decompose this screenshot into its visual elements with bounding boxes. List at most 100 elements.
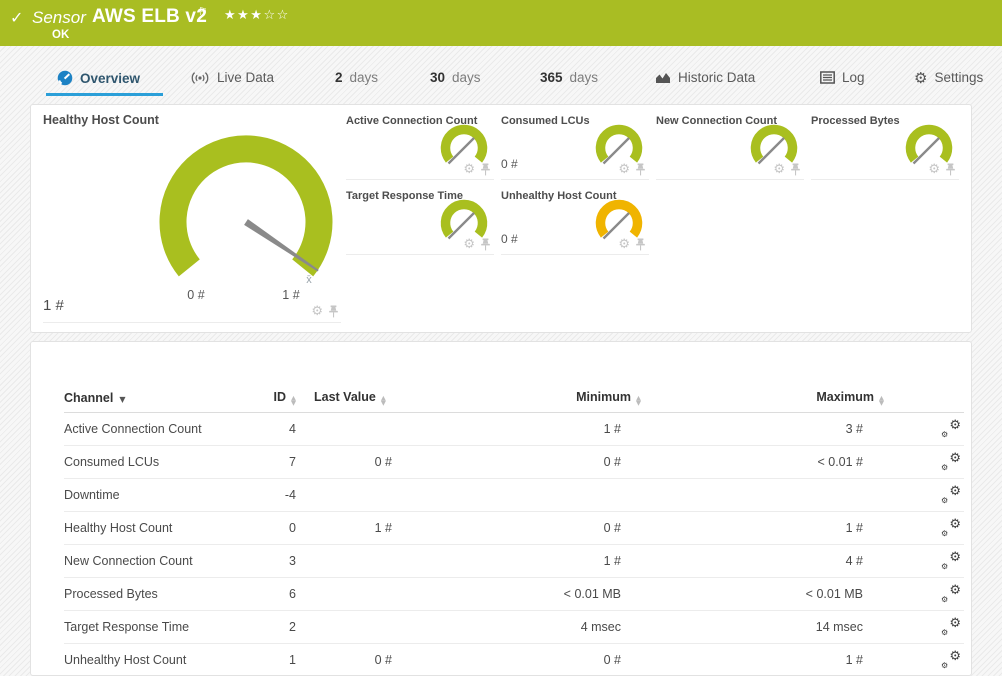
channel-id: 0 [289, 521, 296, 535]
gauge-current-value: 0 # [501, 232, 518, 246]
tab-unit: days [349, 70, 379, 85]
table-header-row: Channel ▼ ID ▲ ▼ Last Value ▲ ▼ Minimum ▲ ▼ Max… [64, 383, 964, 413]
gauge-cell-unhealthy-host-count[interactable]: Unhealthy Host Count 0 # ⚙ [501, 184, 649, 255]
gauge-current-value: 0 # [501, 157, 518, 171]
pin-icon[interactable] [480, 238, 491, 251]
edit-channel-gears-icon[interactable]: ⚙ ⚙ [941, 550, 961, 571]
gauge-scale-min: 0 # [187, 288, 205, 302]
pin-icon[interactable] [328, 305, 339, 318]
table-row[interactable]: Unhealthy Host Count 1 0 # 0 # 1 # ⚙ ⚙ [64, 644, 964, 676]
sensor-title: AWS ELB v2 [92, 6, 207, 27]
edit-channel-gears-icon[interactable]: ⚙ ⚙ [941, 517, 961, 538]
channel-id: -4 [284, 488, 296, 502]
edit-channel-gears-icon[interactable]: ⚙ ⚙ [941, 418, 961, 439]
tab-label: Settings [934, 70, 984, 85]
average-marker: x̄ [306, 274, 312, 286]
edit-channel-gears-icon[interactable]: ⚙ ⚙ [941, 583, 961, 604]
active-tab-underline [46, 93, 163, 96]
table-row[interactable]: Downtime -4 ⚙ ⚙ [64, 479, 964, 512]
channel-settings-gear-icon[interactable]: ⚙ [618, 163, 630, 176]
tab-unit: days [452, 70, 481, 85]
pin-icon[interactable] [635, 163, 646, 176]
channel-settings-gear-icon[interactable]: ⚙ [618, 238, 630, 251]
channel-settings-gear-icon[interactable]: ⚙ [773, 163, 785, 176]
tab-30-days[interactable]: 30 days [430, 70, 481, 85]
gauge-cell-healthy-host-count[interactable]: Healthy Host Count x̄ 0 # 1 # 1 # ⚙ [43, 105, 341, 323]
column-header-last-value[interactable]: Last Value ▲ ▼ [298, 390, 392, 405]
channel-name[interactable]: Processed Bytes [64, 587, 244, 601]
gear-icon: ⚙ [914, 68, 928, 87]
column-header-maximum[interactable]: Maximum ▲ ▼ [641, 390, 884, 405]
table-row[interactable]: Processed Bytes 6 < 0.01 MB < 0.01 MB ⚙ ⚙ [64, 578, 964, 611]
channel-name[interactable]: Unhealthy Host Count [64, 653, 244, 667]
gauges-panel: Healthy Host Count x̄ 0 # 1 # 1 # ⚙ Acti… [30, 104, 972, 333]
gauge-cell-processed-bytes[interactable]: Processed Bytes ⚙ [811, 109, 959, 180]
gauge-cell-target-response-time[interactable]: Target Response Time ⚙ [346, 184, 494, 255]
sort-both-icon: ▲ ▼ [879, 394, 884, 407]
status-ok-check-icon: ✓ [10, 8, 24, 27]
gauge-scale-max: 1 # [282, 288, 300, 302]
tab-2-days[interactable]: 2 days [335, 70, 378, 85]
channel-name[interactable]: Consumed LCUs [64, 455, 244, 469]
channel-maximum: < 0.01 # [817, 455, 863, 469]
pin-icon[interactable] [945, 163, 956, 176]
tab-log[interactable]: Log [820, 70, 865, 85]
channel-name[interactable]: Active Connection Count [64, 422, 244, 436]
channel-name[interactable]: New Connection Count [64, 554, 244, 568]
channel-name[interactable]: Target Response Time [64, 620, 244, 634]
channel-id: 7 [289, 455, 296, 469]
column-header-channel[interactable]: Channel ▼ [64, 391, 244, 405]
sort-desc-icon: ▼ [119, 394, 126, 404]
channel-settings-gear-icon[interactable]: ⚙ [928, 163, 940, 176]
broadcast-icon [191, 71, 209, 84]
sensor-status-bar: ✓ Sensor AWS ELB v2 ⚐ ★★★☆☆ OK [0, 0, 1002, 46]
channel-settings-gear-icon[interactable]: ⚙ [463, 238, 475, 251]
tab-settings[interactable]: ⚙ Settings [914, 70, 983, 85]
channel-minimum: 4 msec [580, 620, 621, 634]
channel-name[interactable]: Healthy Host Count [64, 521, 244, 535]
table-row[interactable]: New Connection Count 3 1 # 4 # ⚙ ⚙ [64, 545, 964, 578]
priority-flag-icon[interactable]: ⚐ [198, 5, 208, 18]
tab-label: Overview [80, 70, 141, 86]
pin-icon[interactable] [790, 163, 801, 176]
gauge-title: Healthy Host Count [43, 113, 159, 127]
log-list-icon [820, 71, 835, 84]
tab-live-data[interactable]: Live Data [190, 70, 274, 85]
gauge-cell-new-connection-count[interactable]: New Connection Count ⚙ [656, 109, 804, 180]
table-row[interactable]: Healthy Host Count 0 1 # 0 # 1 # ⚙ ⚙ [64, 512, 964, 545]
pin-icon[interactable] [635, 238, 646, 251]
object-kind-label: Sensor [32, 8, 86, 27]
tab-365-days[interactable]: 365 days [540, 70, 598, 85]
gauge-cell-consumed-lcus[interactable]: Consumed LCUs 0 # ⚙ [501, 109, 649, 180]
gauge-icon [57, 70, 73, 86]
channel-id: 2 [289, 620, 296, 634]
table-row[interactable]: Consumed LCUs 7 0 # 0 # < 0.01 # ⚙ ⚙ [64, 446, 964, 479]
channel-settings-gear-icon[interactable]: ⚙ [463, 163, 475, 176]
table-row[interactable]: Target Response Time 2 4 msec 14 msec ⚙ ⚙ [64, 611, 964, 644]
channel-minimum: 1 # [603, 554, 621, 568]
edit-channel-gears-icon[interactable]: ⚙ ⚙ [941, 451, 961, 472]
sensor-status-text: OK [52, 29, 70, 41]
channel-settings-gear-icon[interactable]: ⚙ [311, 305, 323, 318]
prtg-sensor-page: ✓ Sensor AWS ELB v2 ⚐ ★★★☆☆ OK Overview … [0, 0, 1002, 676]
edit-channel-gears-icon[interactable]: ⚙ ⚙ [941, 649, 961, 670]
tab-overview[interactable]: Overview [57, 70, 140, 86]
tab-label: Live Data [217, 70, 275, 85]
table-row[interactable]: Active Connection Count 4 1 # 3 # ⚙ ⚙ [64, 413, 964, 446]
channel-minimum: 0 # [603, 521, 621, 535]
priority-stars[interactable]: ★★★☆☆ [224, 8, 290, 23]
channel-maximum: < 0.01 MB [805, 587, 863, 601]
gauge-cell-active-connection-count[interactable]: Active Connection Count ⚙ [346, 109, 494, 180]
channel-name[interactable]: Downtime [64, 488, 244, 502]
column-header-minimum[interactable]: Minimum ▲ ▼ [392, 390, 641, 405]
tab-historic-data[interactable]: Historic Data [655, 70, 755, 85]
channels-table: Channel ▼ ID ▲ ▼ Last Value ▲ ▼ Minimum ▲ ▼ Max… [64, 383, 964, 676]
area-chart-icon [656, 73, 670, 83]
edit-channel-gears-icon[interactable]: ⚙ ⚙ [941, 484, 961, 505]
sort-both-icon: ▲ ▼ [380, 394, 386, 407]
tab-number: 30 [430, 70, 446, 85]
tab-label: Log [842, 70, 865, 85]
column-header-id[interactable]: ID ▲ ▼ [244, 390, 298, 405]
edit-channel-gears-icon[interactable]: ⚙ ⚙ [941, 616, 961, 637]
pin-icon[interactable] [480, 163, 491, 176]
